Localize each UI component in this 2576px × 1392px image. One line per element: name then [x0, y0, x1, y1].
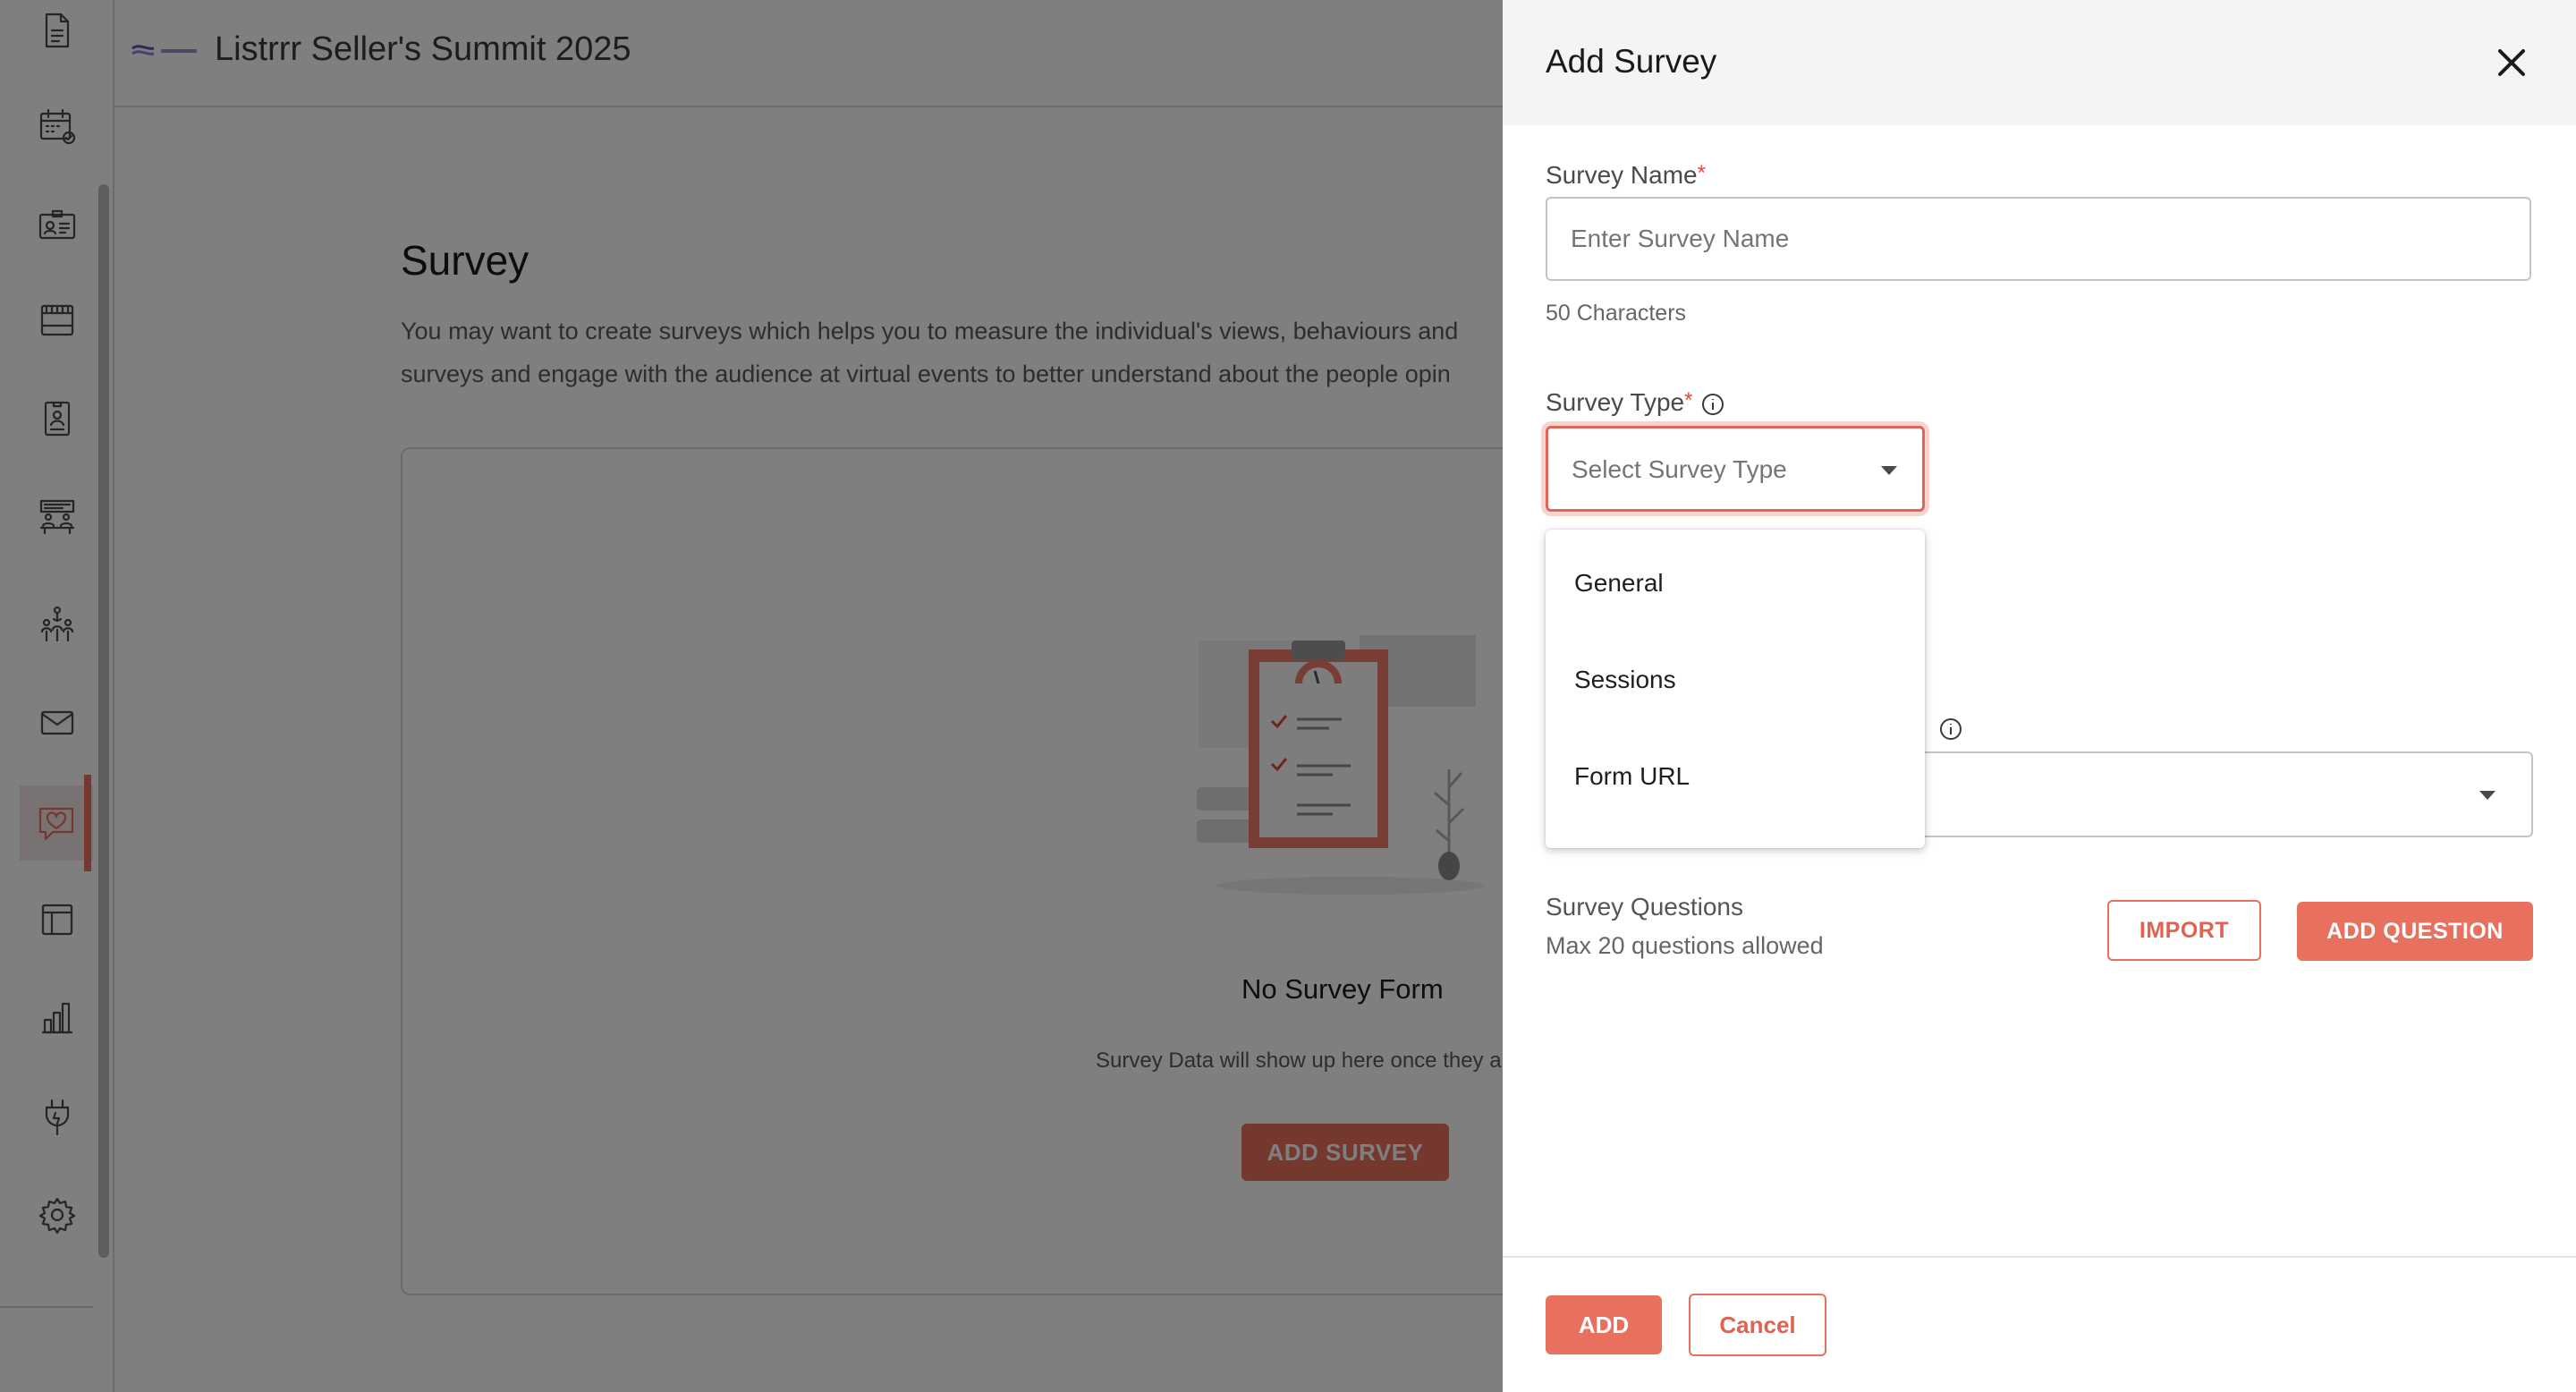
required-asterisk: * [1697, 161, 1706, 185]
add-button[interactable]: ADD [1546, 1295, 1662, 1354]
footer-divider [1503, 1256, 2576, 1258]
required-asterisk: * [1684, 388, 1693, 412]
add-question-button[interactable]: ADD QUESTION [2297, 902, 2533, 961]
survey-type-option-sessions[interactable]: Sessions [1546, 632, 1925, 728]
caret-down-icon [1881, 466, 1897, 475]
survey-type-dropdown-menu: General Sessions Form URL [1546, 530, 1925, 848]
survey-type-option-general[interactable]: General [1546, 535, 1925, 632]
survey-type-label-text: Survey Type [1546, 388, 1685, 416]
close-icon [2498, 49, 2525, 76]
close-button[interactable] [2487, 38, 2537, 88]
survey-questions-limit: Max 20 questions allowed [1546, 932, 1824, 959]
drawer-title: Add Survey [1546, 43, 1717, 80]
info-icon[interactable] [1701, 393, 1724, 416]
drawer-header: Add Survey [1503, 0, 2576, 125]
survey-name-label-text: Survey Name [1546, 161, 1698, 189]
cancel-button[interactable]: Cancel [1689, 1294, 1826, 1356]
survey-name-char-limit: 50 Characters [1546, 301, 1687, 326]
survey-type-option-form-url[interactable]: Form URL [1546, 728, 1925, 825]
survey-type-placeholder: Select Survey Type [1572, 455, 1787, 483]
survey-type-select[interactable]: Select Survey Type [1546, 426, 1925, 512]
modal-overlay[interactable] [0, 0, 1503, 1392]
secondary-select[interactable] [1925, 751, 2533, 837]
caret-down-icon [2479, 791, 2496, 800]
survey-name-input[interactable] [1546, 197, 2531, 281]
survey-type-label: Survey Type* [1546, 388, 1724, 417]
import-button[interactable]: IMPORT [2107, 900, 2261, 961]
add-survey-drawer: Add Survey Survey Name* 50 Characters Su… [1503, 0, 2576, 1392]
info-icon[interactable] [1939, 717, 1962, 741]
survey-questions-title: Survey Questions [1546, 893, 1743, 921]
survey-name-label: Survey Name* [1546, 161, 1706, 190]
